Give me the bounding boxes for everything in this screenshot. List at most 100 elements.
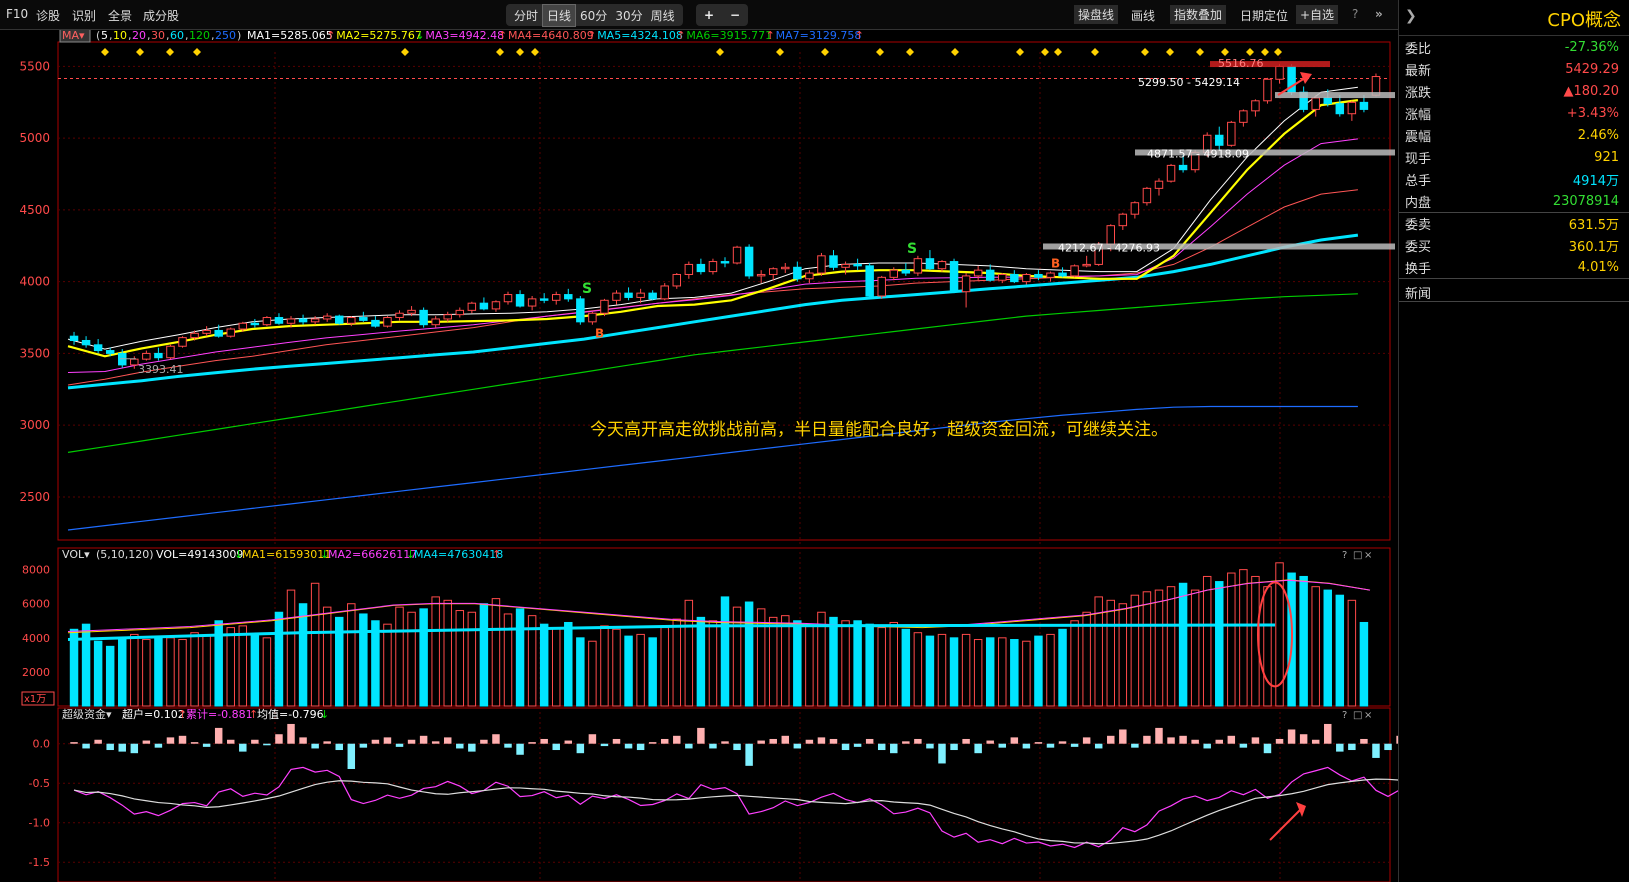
fund-bar [94,739,102,744]
toolbar: F10 诊股 识别 全景 成分股 分时 日线 60分 30分 周线 + − 操盘… [0,0,1398,30]
quote-row: 换手 4.01% [1399,256,1629,278]
volume-bar [1046,633,1055,707]
candle-body [817,255,826,274]
toolbar-zhengu[interactable]: 诊股 [36,7,60,24]
fund-bar [456,743,464,749]
toolbar-chengfengu[interactable]: 成分股 [143,7,179,24]
expand-icon[interactable]: ❯ [1405,8,1417,24]
candle-body [322,315,332,320]
candle-body [371,319,380,327]
volume-bar [1263,586,1272,707]
candle-body [166,345,175,359]
volume-bar [744,601,754,707]
fund-tick-label: -1.0 [29,817,50,830]
toolbar-quanjing[interactable]: 全景 [108,7,132,24]
add-watchlist-button[interactable]: +自选 [1296,5,1339,24]
volume-bar [455,610,465,707]
candle-body [1178,164,1188,171]
candle-body [503,294,513,303]
fund-bar [1082,737,1091,744]
tab-zhouxian[interactable]: 周线 [647,5,679,26]
toolbar-f10[interactable]: F10 [6,7,28,21]
tab-rixian[interactable]: 日线 [542,3,577,27]
fund-bar [1396,735,1398,744]
index-overlay-dropdown[interactable]: 指数叠加 [1170,5,1227,24]
volume-bar [588,640,597,707]
tab-60fen[interactable]: 60分 [576,5,611,26]
volume-bar [274,611,284,707]
candle-body [949,261,959,293]
sell-signal: S [907,241,917,257]
volume-bar [1323,589,1332,707]
red-arrow-icon [1269,809,1301,841]
volume-bar [419,608,428,707]
buy-signal: B [595,327,604,341]
ma-value-arrow: ↑ [676,30,685,42]
candle-body [1034,273,1043,278]
ma-param-sep: , [128,30,132,42]
candle-body [1251,100,1260,112]
panel-control-icon: □ [1353,550,1362,561]
volume-bar [648,637,657,707]
candle-body [359,317,368,321]
fund-bar [829,738,838,744]
ma-param: 120 [189,30,210,42]
fund-bar [588,734,597,744]
volume-bar [949,637,959,707]
volume-bar [298,603,308,707]
fund-bar [1034,742,1043,744]
volume-bar [431,596,440,707]
signal-diamond [951,48,959,56]
candle-body [696,263,706,273]
news-tab[interactable]: 新闻 [1399,278,1629,302]
candle-body [105,350,115,354]
ma3-line [67,138,1358,373]
volume-bar [1058,628,1067,707]
signal-diamond [1091,48,1099,56]
fund-bar [263,743,271,746]
signal-diamond [716,48,724,56]
fund-bar [576,743,585,754]
volume-bar [190,632,199,707]
candle-body [1359,101,1369,110]
fund-bar [1094,743,1103,749]
volume-bar [310,582,320,707]
chart-area[interactable]: 5500500045004000350030002500MA▾(5, 10, 20,… [0,30,1398,882]
volume-bar [347,603,356,707]
tab-30fen[interactable]: 30分 [611,5,646,26]
quote-label: 总手 [1405,173,1432,189]
candle-body [1227,121,1236,146]
volume-bar [998,637,1007,707]
toolbar-shibie[interactable]: 识别 [72,7,96,24]
volume-bar [491,598,501,707]
help-icon[interactable]: ? [1352,7,1358,21]
candle-body [335,315,344,324]
signal-diamond [776,48,784,56]
huaxian-button[interactable]: 画线 [1131,7,1155,24]
volume-bar [479,603,489,707]
quote-row: 委卖 631.5万 [1399,212,1629,234]
fund-bar [552,743,560,751]
volume-bar [829,616,838,707]
vol-tick-label: 8000 [22,564,50,577]
candle-body [1215,134,1224,146]
volume-bar [515,608,525,707]
vol-value-label: MA2=66626117 [328,548,417,561]
tab-fenshi[interactable]: 分时 [510,5,542,26]
fund-bar [1131,743,1139,748]
volume-bar [925,635,935,707]
candle-body [636,292,645,298]
zoom-out-button[interactable]: − [730,8,740,22]
volume-bar [1130,594,1140,707]
collapse-icon[interactable]: » [1375,7,1383,21]
caopanxian-dropdown[interactable]: 操盘线 [1074,5,1119,24]
ma-value-arrow: ↑ [766,30,775,42]
candle-body [455,309,465,316]
fund-bar [371,739,380,744]
annotation-low: 3393.41 [138,363,184,376]
date-locate-button[interactable]: 日期定位 [1240,7,1288,24]
fund-value-label: 累计=-0.881 [186,708,253,721]
zoom-in-button[interactable]: + [704,8,714,22]
volume-bar [720,596,730,707]
volume-bar [612,628,621,707]
